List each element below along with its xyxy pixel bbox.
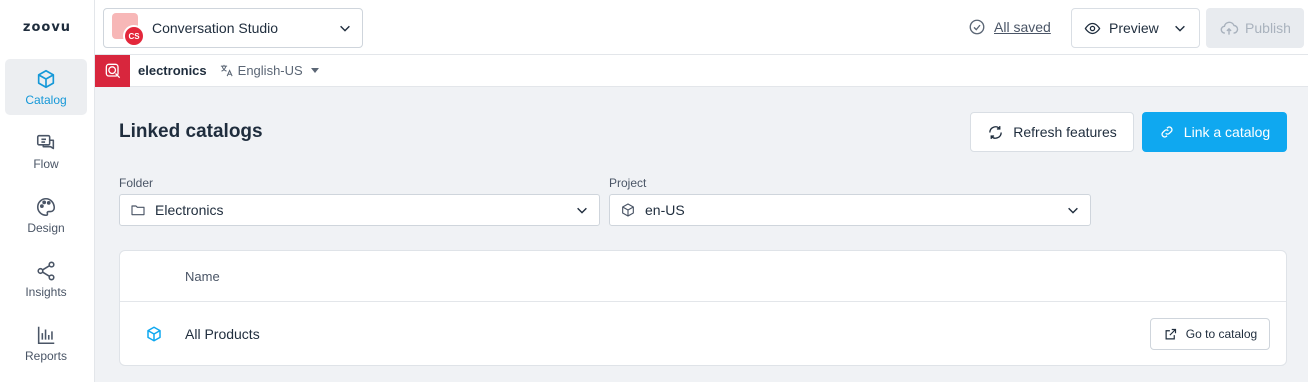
sidebar-item-label: Flow xyxy=(33,156,59,171)
app-badge: CS xyxy=(123,25,145,47)
cube-icon xyxy=(147,326,161,342)
conversation-studio-icon: CS xyxy=(112,13,145,47)
save-status-link[interactable]: All saved xyxy=(994,19,1051,35)
share-nodes-icon xyxy=(37,261,55,280)
palette-icon xyxy=(37,197,56,216)
chevron-down-icon xyxy=(1068,207,1078,214)
bar-chart-icon xyxy=(37,326,55,344)
catalogs-table: Name All Products Go to catalog xyxy=(119,250,1287,366)
check-circle-icon xyxy=(969,19,985,35)
sidebar-item-flow[interactable]: Flow xyxy=(5,123,87,179)
store-name: electronics xyxy=(138,63,207,78)
sidebar-item-catalog[interactable]: Catalog xyxy=(5,59,87,115)
catalog-name: All Products xyxy=(185,326,260,342)
cube-icon xyxy=(37,69,55,88)
refresh-features-button[interactable]: Refresh features xyxy=(970,112,1134,152)
go-to-catalog-button[interactable]: Go to catalog xyxy=(1150,318,1270,350)
cube-icon xyxy=(622,203,634,217)
zoovu-logo[interactable]: zoovu xyxy=(0,0,94,55)
table-row: All Products Go to catalog xyxy=(120,302,1286,366)
topbar: CS Conversation Studio All saved Preview… xyxy=(95,0,1308,55)
language-label: English-US xyxy=(237,63,303,78)
sidebar-item-reports[interactable]: Reports xyxy=(5,315,87,371)
folder-select[interactable]: Electronics xyxy=(119,194,600,226)
publish-label: Publish xyxy=(1245,20,1291,36)
refresh-label: Refresh features xyxy=(1013,124,1117,140)
publish-button[interactable]: Publish xyxy=(1206,8,1304,48)
sidebar-item-label: Design xyxy=(27,220,65,235)
project-select[interactable]: en-US xyxy=(609,194,1091,226)
preview-button[interactable]: Preview xyxy=(1071,8,1200,48)
sidebar-item-insights[interactable]: Insights xyxy=(5,251,87,307)
sidebar-item-label: Insights xyxy=(25,284,67,299)
language-selector[interactable]: English-US xyxy=(219,63,319,78)
cloud-upload-icon xyxy=(1220,21,1239,35)
chevron-down-icon xyxy=(340,25,350,32)
link-catalog-button[interactable]: Link a catalog xyxy=(1142,112,1287,152)
eye-icon xyxy=(1084,22,1101,34)
app-name: Conversation Studio xyxy=(152,20,279,36)
sidebar-item-label: Catalog xyxy=(25,92,67,107)
page-title: Linked catalogs xyxy=(119,121,263,142)
translate-icon xyxy=(220,64,233,77)
project-label: Project xyxy=(609,176,647,190)
chevron-down-icon xyxy=(577,207,587,214)
caret-down-icon xyxy=(310,68,319,73)
chat-icon xyxy=(36,134,55,149)
go-to-catalog-label: Go to catalog xyxy=(1185,327,1258,341)
folder-icon xyxy=(131,205,145,216)
sidebar: zoovu Catalog Flow Design Insights Repor… xyxy=(0,0,95,382)
preview-label: Preview xyxy=(1109,20,1159,36)
refresh-icon xyxy=(989,125,1003,139)
link-icon xyxy=(1161,126,1173,138)
store-bar: electronics English-US xyxy=(95,54,1308,87)
external-link-icon xyxy=(1165,328,1176,339)
folder-value: Electronics xyxy=(155,202,224,218)
sidebar-item-design[interactable]: Design xyxy=(5,187,87,243)
folder-label: Folder xyxy=(119,176,154,190)
column-header-name: Name xyxy=(185,269,220,284)
save-status: All saved xyxy=(968,18,1051,36)
link-label: Link a catalog xyxy=(1183,124,1271,140)
project-value: en-US xyxy=(645,202,685,218)
chevron-down-icon xyxy=(1175,25,1185,32)
app-switcher[interactable]: CS Conversation Studio xyxy=(103,8,363,48)
sidebar-item-label: Reports xyxy=(24,348,68,363)
store-icon xyxy=(95,54,130,87)
